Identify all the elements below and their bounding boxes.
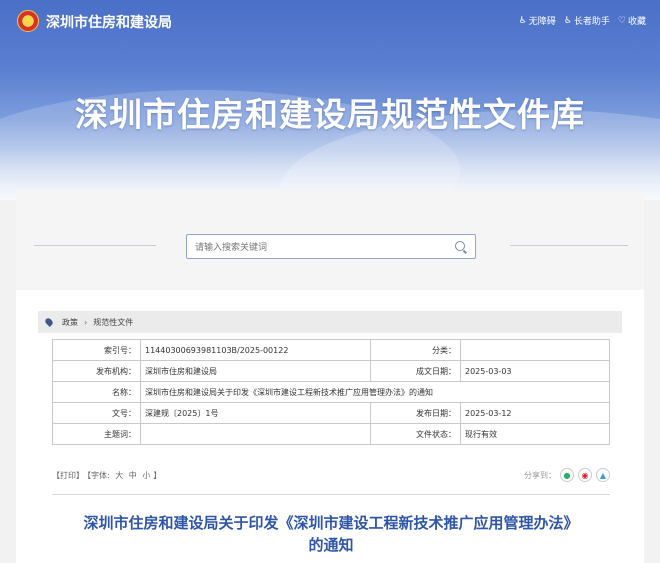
document-title: 深圳市住房和建设局关于印发《深圳市建设工程新技术推广应用管理办法》 的通知 bbox=[52, 512, 610, 556]
heart-icon: ♡ bbox=[617, 15, 626, 26]
favorite-label: 收藏 bbox=[627, 17, 646, 27]
accessibility-icon: ♿ bbox=[518, 15, 527, 26]
table-value bbox=[460, 339, 610, 361]
font-size-label: 【字体: bbox=[87, 471, 110, 480]
table-key: 文件状态： bbox=[370, 423, 461, 445]
document-title-line2: 的通知 bbox=[308, 536, 354, 554]
divider-line bbox=[52, 494, 610, 495]
table-key: 名称： bbox=[52, 381, 141, 403]
search-icon[interactable] bbox=[455, 241, 465, 251]
site-name[interactable]: 深圳市住房和建设局 bbox=[46, 12, 172, 32]
share-label: 分享到： bbox=[524, 470, 556, 480]
chevron-right-icon: › bbox=[84, 317, 88, 327]
banner-title: 深圳市住房和建设局规范性文件库 bbox=[75, 95, 585, 134]
document-info-table: 索引号： 11440300693981103B/2025-00122 分类： 发… bbox=[52, 339, 610, 445]
breadcrumb-item-normative-docs[interactable]: 规范性文件 bbox=[93, 317, 133, 328]
table-row: 主题词： 文件状态： 现行有效 bbox=[52, 423, 610, 445]
print-font-controls: 【打印】 【字体: 大 中 小】 bbox=[52, 470, 164, 481]
weibo-icon[interactable]: ◉ bbox=[578, 468, 592, 482]
search-input[interactable] bbox=[187, 236, 437, 260]
table-key: 发布日期： bbox=[370, 402, 461, 424]
main-content: 政策 › 规范性文件 索引号： 11440300693981103B/2025-… bbox=[16, 190, 644, 563]
search-section bbox=[16, 190, 644, 290]
table-value: 2025-03-03 bbox=[460, 360, 610, 382]
table-key: 索引号： bbox=[52, 339, 141, 361]
table-key: 主题词： bbox=[52, 423, 141, 445]
table-key: 分类： bbox=[370, 339, 461, 361]
location-pin-icon bbox=[44, 317, 54, 327]
font-large-button[interactable]: 大 bbox=[115, 471, 123, 480]
font-size-label-close: 】 bbox=[153, 471, 162, 480]
top-bar: 深圳市住房和建设局 ♿ 无障碍 ♿ 长者助手 ♡ 收藏 bbox=[0, 0, 660, 42]
font-small-button[interactable]: 小 bbox=[142, 471, 150, 480]
table-row: 发布机构： 深圳市住房和建设局 成文日期： 2025-03-03 bbox=[52, 360, 610, 382]
table-key: 成文日期： bbox=[370, 360, 461, 382]
breadcrumb-item-policy[interactable]: 政策 bbox=[62, 317, 78, 328]
table-value: 11440300693981103B/2025-00122 bbox=[140, 339, 371, 361]
divider-line bbox=[510, 245, 628, 246]
divider-line bbox=[34, 245, 156, 246]
elder-assistant-label: 长者助手 bbox=[573, 17, 610, 27]
wechat-icon[interactable]: ● bbox=[560, 468, 574, 482]
elder-assistant-link[interactable]: ♿ 长者助手 bbox=[563, 14, 610, 28]
document-title-line1: 深圳市住房和建设局关于印发《深圳市建设工程新技术推广应用管理办法》 bbox=[83, 514, 579, 532]
table-value: 2025-03-12 bbox=[460, 402, 610, 424]
table-row: 文号： 深建规〔2025〕1号 发布日期： 2025-03-12 bbox=[52, 402, 610, 424]
search-box bbox=[186, 234, 476, 260]
table-value: 深建规〔2025〕1号 bbox=[140, 402, 371, 424]
table-value: 现行有效 bbox=[460, 423, 610, 445]
table-value bbox=[140, 423, 371, 445]
print-button[interactable]: 【打印】 bbox=[52, 471, 84, 480]
breadcrumb: 政策 › 规范性文件 bbox=[38, 311, 622, 333]
header-banner: 深圳市住房和建设局 ♿ 无障碍 ♿ 长者助手 ♡ 收藏 深圳市住房和建设局规范性… bbox=[0, 0, 660, 200]
qq-icon[interactable]: ▲ bbox=[596, 468, 610, 482]
national-emblem-icon bbox=[17, 10, 39, 32]
table-key: 文号： bbox=[52, 402, 141, 424]
accessibility-link[interactable]: ♿ 无障碍 bbox=[518, 14, 556, 28]
table-row: 索引号： 11440300693981103B/2025-00122 分类： bbox=[52, 339, 610, 361]
favorite-link[interactable]: ♡ 收藏 bbox=[617, 14, 646, 28]
table-key: 发布机构： bbox=[52, 360, 141, 382]
article-tools: 【打印】 【字体: 大 中 小】 分享到： ● ◉ ▲ bbox=[52, 468, 610, 484]
share-bar: 分享到： ● ◉ ▲ bbox=[524, 468, 610, 482]
table-row: 名称： 深圳市住房和建设局关于印发《深圳市建设工程新技术推广应用管理办法》的通知 bbox=[52, 381, 610, 403]
top-links: ♿ 无障碍 ♿ 长者助手 ♡ 收藏 bbox=[518, 14, 646, 28]
font-medium-button[interactable]: 中 bbox=[129, 471, 137, 480]
elder-assistant-icon: ♿ bbox=[563, 15, 572, 26]
table-value: 深圳市住房和建设局 bbox=[140, 360, 371, 382]
accessibility-label: 无障碍 bbox=[528, 17, 556, 27]
table-value: 深圳市住房和建设局关于印发《深圳市建设工程新技术推广应用管理办法》的通知 bbox=[140, 381, 610, 403]
